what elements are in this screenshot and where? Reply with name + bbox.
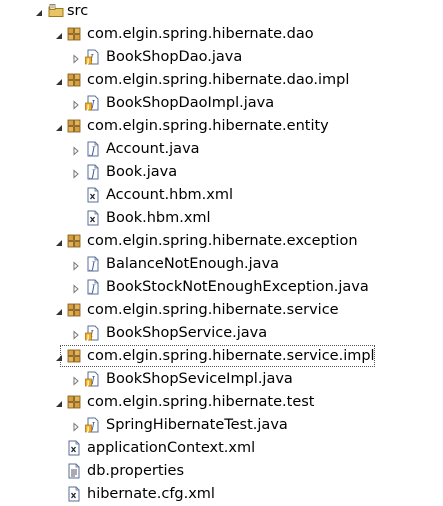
java-interface-icon: IJ	[85, 49, 101, 65]
tree-item-book-hbm-xml[interactable]: Book.hbm.xml	[0, 207, 443, 230]
tree-item-label: Book.hbm.xml	[106, 210, 211, 226]
java-class-icon: JJ	[85, 371, 101, 387]
collapsed-arrow-icon[interactable]	[71, 98, 81, 110]
tree-item-label: applicationContext.xml	[87, 440, 256, 456]
svg-text:J: J	[86, 380, 89, 387]
tree-item-bookstocknotenoughexception-java[interactable]: J BookStockNotEnoughException.java	[0, 276, 443, 299]
tree-item-balancenotenough-java[interactable]: J BalanceNotEnough.java	[0, 253, 443, 276]
expanded-arrow-icon[interactable]	[54, 121, 64, 131]
xml-file-icon	[66, 486, 82, 502]
svg-text:J: J	[86, 58, 89, 65]
tree-item-label: com.elgin.spring.hibernate.test	[87, 394, 315, 410]
java-file-icon: J	[85, 141, 101, 157]
tree-item-label: com.elgin.spring.hibernate.exception	[87, 233, 358, 249]
text-file-icon	[66, 463, 82, 479]
package-icon	[66, 26, 82, 42]
tree-item-label: db.properties	[87, 463, 185, 479]
svg-text:J: J	[86, 334, 89, 341]
tree-item-label: BookShopSeviceImpl.java	[106, 371, 293, 387]
collapsed-arrow-icon[interactable]	[71, 374, 81, 386]
expanded-arrow-icon[interactable]	[54, 75, 64, 85]
collapsed-arrow-icon[interactable]	[71, 259, 81, 271]
tree-item-label: BookShopDao.java	[106, 49, 243, 65]
tree-item-applicationcontext-xml[interactable]: applicationContext.xml	[0, 437, 443, 460]
tree-item-bookshopseviceimpl-java[interactable]: J J BookShopSeviceImpl.java	[0, 368, 443, 391]
tree-item-label: com.elgin.spring.hibernate.entity	[87, 118, 329, 134]
tree-item-label: BookShopService.java	[106, 325, 268, 341]
tree-item-package-dao[interactable]: com.elgin.spring.hibernate.dao	[0, 23, 443, 46]
collapsed-arrow-icon[interactable]	[71, 328, 81, 340]
tree-item-package-service-impl[interactable]: com.elgin.spring.hibernate.service.impl	[0, 345, 443, 368]
collapsed-arrow-icon[interactable]	[71, 167, 81, 179]
svg-text:J: J	[86, 104, 89, 111]
collapsed-arrow-icon[interactable]	[71, 52, 81, 64]
tree-item-label: Account.java	[106, 141, 200, 157]
package-icon	[66, 394, 82, 410]
tree-item-book-java[interactable]: J Book.java	[0, 161, 443, 184]
tree-item-db-properties[interactable]: db.properties	[0, 460, 443, 483]
java-class-icon: JJ	[85, 417, 101, 433]
package-icon	[66, 348, 82, 364]
tree-item-label: src	[67, 3, 89, 19]
package-icon	[66, 233, 82, 249]
java-class-icon: JJ	[85, 95, 101, 111]
tree-item-label: hibernate.cfg.xml	[87, 486, 215, 502]
tree-item-package-dao-impl[interactable]: com.elgin.spring.hibernate.dao.impl	[0, 69, 443, 92]
svg-text:J: J	[89, 169, 96, 180]
tree-item-hibernate-cfg-xml[interactable]: hibernate.cfg.xml	[0, 483, 443, 506]
tree-item-package-service[interactable]: com.elgin.spring.hibernate.service	[0, 299, 443, 322]
tree-item-label: com.elgin.spring.hibernate.dao.impl	[87, 72, 350, 88]
xml-file-icon	[85, 187, 101, 203]
tree-item-label: Account.hbm.xml	[106, 187, 234, 203]
expanded-arrow-icon[interactable]	[54, 305, 64, 315]
tree-item-bookshopdao-java[interactable]: IJ BookShopDao.java	[0, 46, 443, 69]
tree-item-springhibernatetest-java[interactable]: J J SpringHibernateTest.java	[0, 414, 443, 437]
xml-file-icon	[85, 210, 101, 226]
expanded-arrow-icon[interactable]	[54, 29, 64, 39]
tree-item-label: com.elgin.spring.hibernate.service	[87, 302, 339, 318]
package-icon	[66, 118, 82, 134]
tree-item-label: BookShopDaoImpl.java	[106, 95, 275, 111]
tree-item-package-entity[interactable]: com.elgin.spring.hibernate.entity	[0, 115, 443, 138]
java-file-icon: J	[85, 164, 101, 180]
tree-item-label: SpringHibernateTest.java	[106, 417, 288, 433]
java-interface-icon: IJ	[85, 325, 101, 341]
tree-item-package-test[interactable]: com.elgin.spring.hibernate.test	[0, 391, 443, 414]
xml-file-icon	[66, 440, 82, 456]
tree-item-label: Book.java	[106, 164, 178, 180]
tree-item-package-exception[interactable]: com.elgin.spring.hibernate.exception	[0, 230, 443, 253]
collapsed-arrow-icon[interactable]	[71, 282, 81, 294]
tree-item-label: BookStockNotEnoughException.java	[106, 279, 369, 295]
svg-text:J: J	[89, 146, 96, 157]
svg-text:J: J	[89, 261, 96, 272]
java-file-icon: J	[85, 279, 101, 295]
source-folder-icon	[48, 3, 64, 19]
tree-item-label: BalanceNotEnough.java	[106, 256, 280, 272]
tree-item-src[interactable]: src	[0, 0, 443, 23]
tree-item-label: com.elgin.spring.hibernate.dao	[87, 26, 314, 42]
collapsed-arrow-icon[interactable]	[71, 420, 81, 432]
expanded-arrow-icon[interactable]	[54, 236, 64, 246]
expanded-arrow-icon[interactable]	[54, 351, 64, 361]
tree-item-account-java[interactable]: J Account.java	[0, 138, 443, 161]
java-file-icon: J	[85, 256, 101, 272]
expanded-arrow-icon[interactable]	[34, 6, 44, 16]
tree-item-label: com.elgin.spring.hibernate.service.impl	[87, 348, 375, 364]
svg-text:J: J	[89, 284, 96, 295]
tree-item-bookshopservice-java[interactable]: IJ BookShopService.java	[0, 322, 443, 345]
tree-item-bookshopdaoimpl-java[interactable]: J J BookShopDaoImpl.java	[0, 92, 443, 115]
svg-text:J: J	[86, 426, 89, 433]
tree-item-account-hbm-xml[interactable]: Account.hbm.xml	[0, 184, 443, 207]
expanded-arrow-icon[interactable]	[54, 397, 64, 407]
package-icon	[66, 72, 82, 88]
package-icon	[66, 302, 82, 318]
collapsed-arrow-icon[interactable]	[71, 144, 81, 156]
